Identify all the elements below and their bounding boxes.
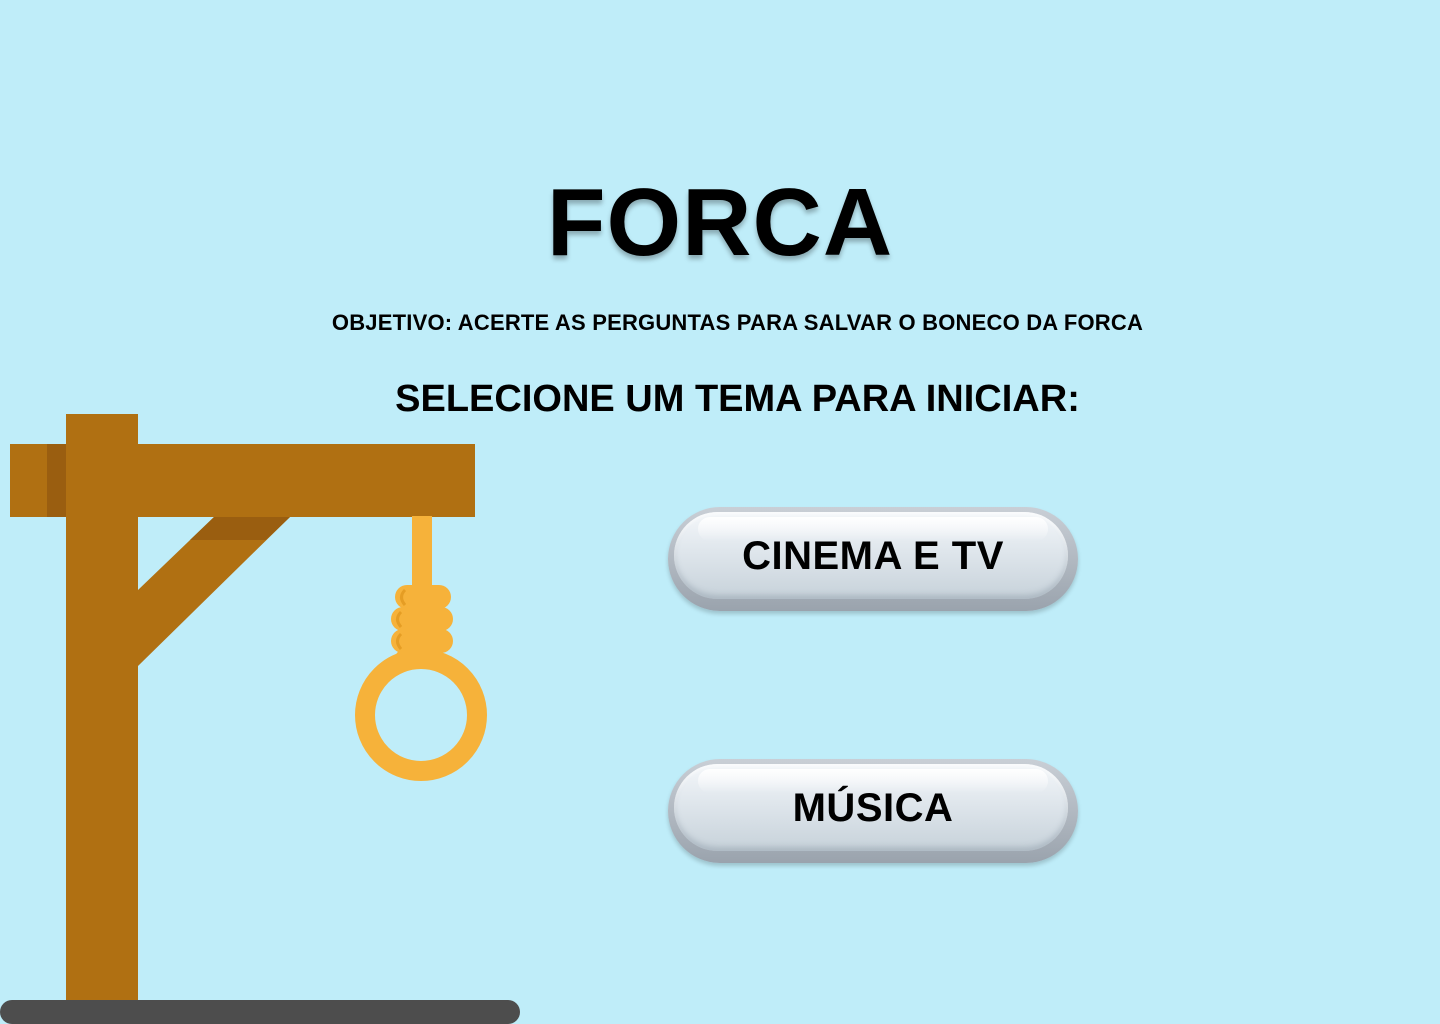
objective-text: OBJETIVO: ACERTE AS PERGUNTAS PARA SALVA…: [331, 310, 1144, 335]
theme-button-cinema-tv[interactable]: CINEMA E TV: [668, 507, 1078, 611]
game-title: FORCA: [546, 169, 894, 276]
gallows-beam: [10, 444, 475, 517]
ground: [0, 1000, 520, 1024]
theme-button-label: CINEMA E TV: [742, 533, 1004, 578]
theme-button-musica[interactable]: MÚSICA: [668, 759, 1078, 863]
noose-icon: [355, 516, 487, 781]
gallows-with-noose-icon: [0, 414, 520, 1024]
theme-button-label: MÚSICA: [792, 785, 954, 830]
